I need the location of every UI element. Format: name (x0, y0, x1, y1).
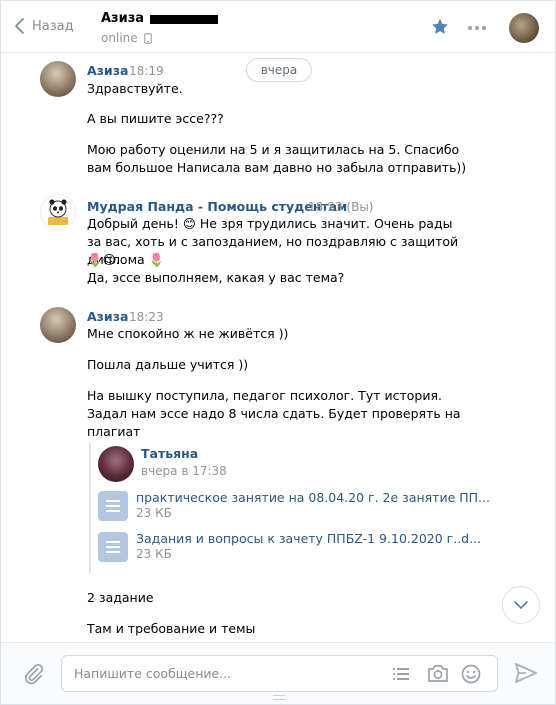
message-author[interactable]: Азиза (87, 63, 128, 78)
message-text: Пошла дальше учится )) (87, 357, 249, 372)
templates-icon[interactable] (392, 665, 410, 686)
forwarded-author[interactable]: Татьяна (141, 446, 198, 461)
avatar[interactable] (40, 61, 76, 97)
message-time: 18:19 (129, 64, 164, 78)
send-button[interactable] (515, 663, 537, 686)
message-time: 18:23 (129, 310, 164, 324)
paperclip-icon (24, 663, 44, 685)
message-text: Мою работу оценили на 5 и я защитилась н… (87, 142, 467, 175)
message-text: 🌷😊. (87, 252, 120, 267)
send-icon (515, 663, 537, 683)
camera-icon[interactable] (427, 664, 449, 686)
message-time: 18:23 (308, 200, 343, 214)
peer-status: online (101, 31, 138, 45)
forwarded-time: вчера в 17:38 (141, 464, 227, 478)
forwarded-avatar[interactable] (98, 446, 134, 482)
message-text: 2 задание (87, 590, 154, 605)
avatar[interactable] (40, 194, 76, 230)
composer (1, 642, 555, 704)
document-size: 23 КБ (136, 506, 172, 520)
peer-avatar[interactable] (509, 13, 539, 43)
date-divider[interactable]: вчера (246, 58, 312, 82)
document-name[interactable]: практическое занятие на 08.04.20 г. 2е з… (136, 490, 490, 505)
back-button[interactable]: Назад (15, 18, 74, 34)
back-label: Назад (32, 18, 74, 34)
messenger-window: Назад Азиза online вчера Азиза 18:19 Здр… (0, 0, 556, 705)
document-icon (98, 532, 128, 562)
chat-header: Назад Азиза online (1, 1, 555, 53)
more-options-icon[interactable] (468, 26, 486, 30)
message-author[interactable]: Азиза (87, 309, 128, 324)
document-size: 23 КБ (136, 547, 172, 561)
document-name[interactable]: Задания и вопросы к зачету ППБZ-1 9.10.2… (136, 531, 481, 546)
panda-icon (48, 199, 68, 225)
message-text: А вы пишите эссе??? (87, 111, 224, 126)
resize-handle[interactable] (273, 695, 285, 700)
document-attachment[interactable]: практическое занятие на 08.04.20 г. 2е з… (98, 490, 490, 524)
document-attachment[interactable]: Задания и вопросы к зачету ППБZ-1 9.10.2… (98, 531, 481, 565)
star-icon[interactable] (431, 18, 449, 38)
message-text: Здравствуйте. (87, 81, 183, 96)
message-text: Мне спокойно ж не живётся )) (87, 326, 289, 341)
document-icon (98, 491, 128, 521)
message-text: На вышку поступила, педагог психолог. Ту… (87, 388, 461, 439)
avatar[interactable] (40, 307, 76, 343)
message-history[interactable]: вчера Азиза 18:19 Здравствуйте. А вы пиш… (1, 54, 555, 642)
peer-name: Азиза (101, 11, 145, 26)
forwarded-message[interactable]: Татьяна вчера в 17:38 практическое занят… (89, 443, 490, 573)
sender-note: (Вы) (346, 200, 374, 214)
chevron-left-icon (15, 18, 24, 34)
message-text: Там и требование и темы (87, 621, 256, 636)
message-input-box[interactable] (61, 655, 498, 692)
redaction-bar (150, 15, 219, 24)
scroll-down-button[interactable] (502, 586, 540, 624)
message-input[interactable] (74, 656, 374, 691)
message-text: Да, эссе выполняем, какая у вас тема? (87, 270, 345, 285)
mobile-icon (143, 32, 152, 44)
peer-info[interactable]: Азиза online (101, 11, 219, 45)
attach-button[interactable] (23, 663, 45, 688)
emoji-icon[interactable] (461, 664, 481, 687)
chevron-down-icon (514, 601, 528, 609)
